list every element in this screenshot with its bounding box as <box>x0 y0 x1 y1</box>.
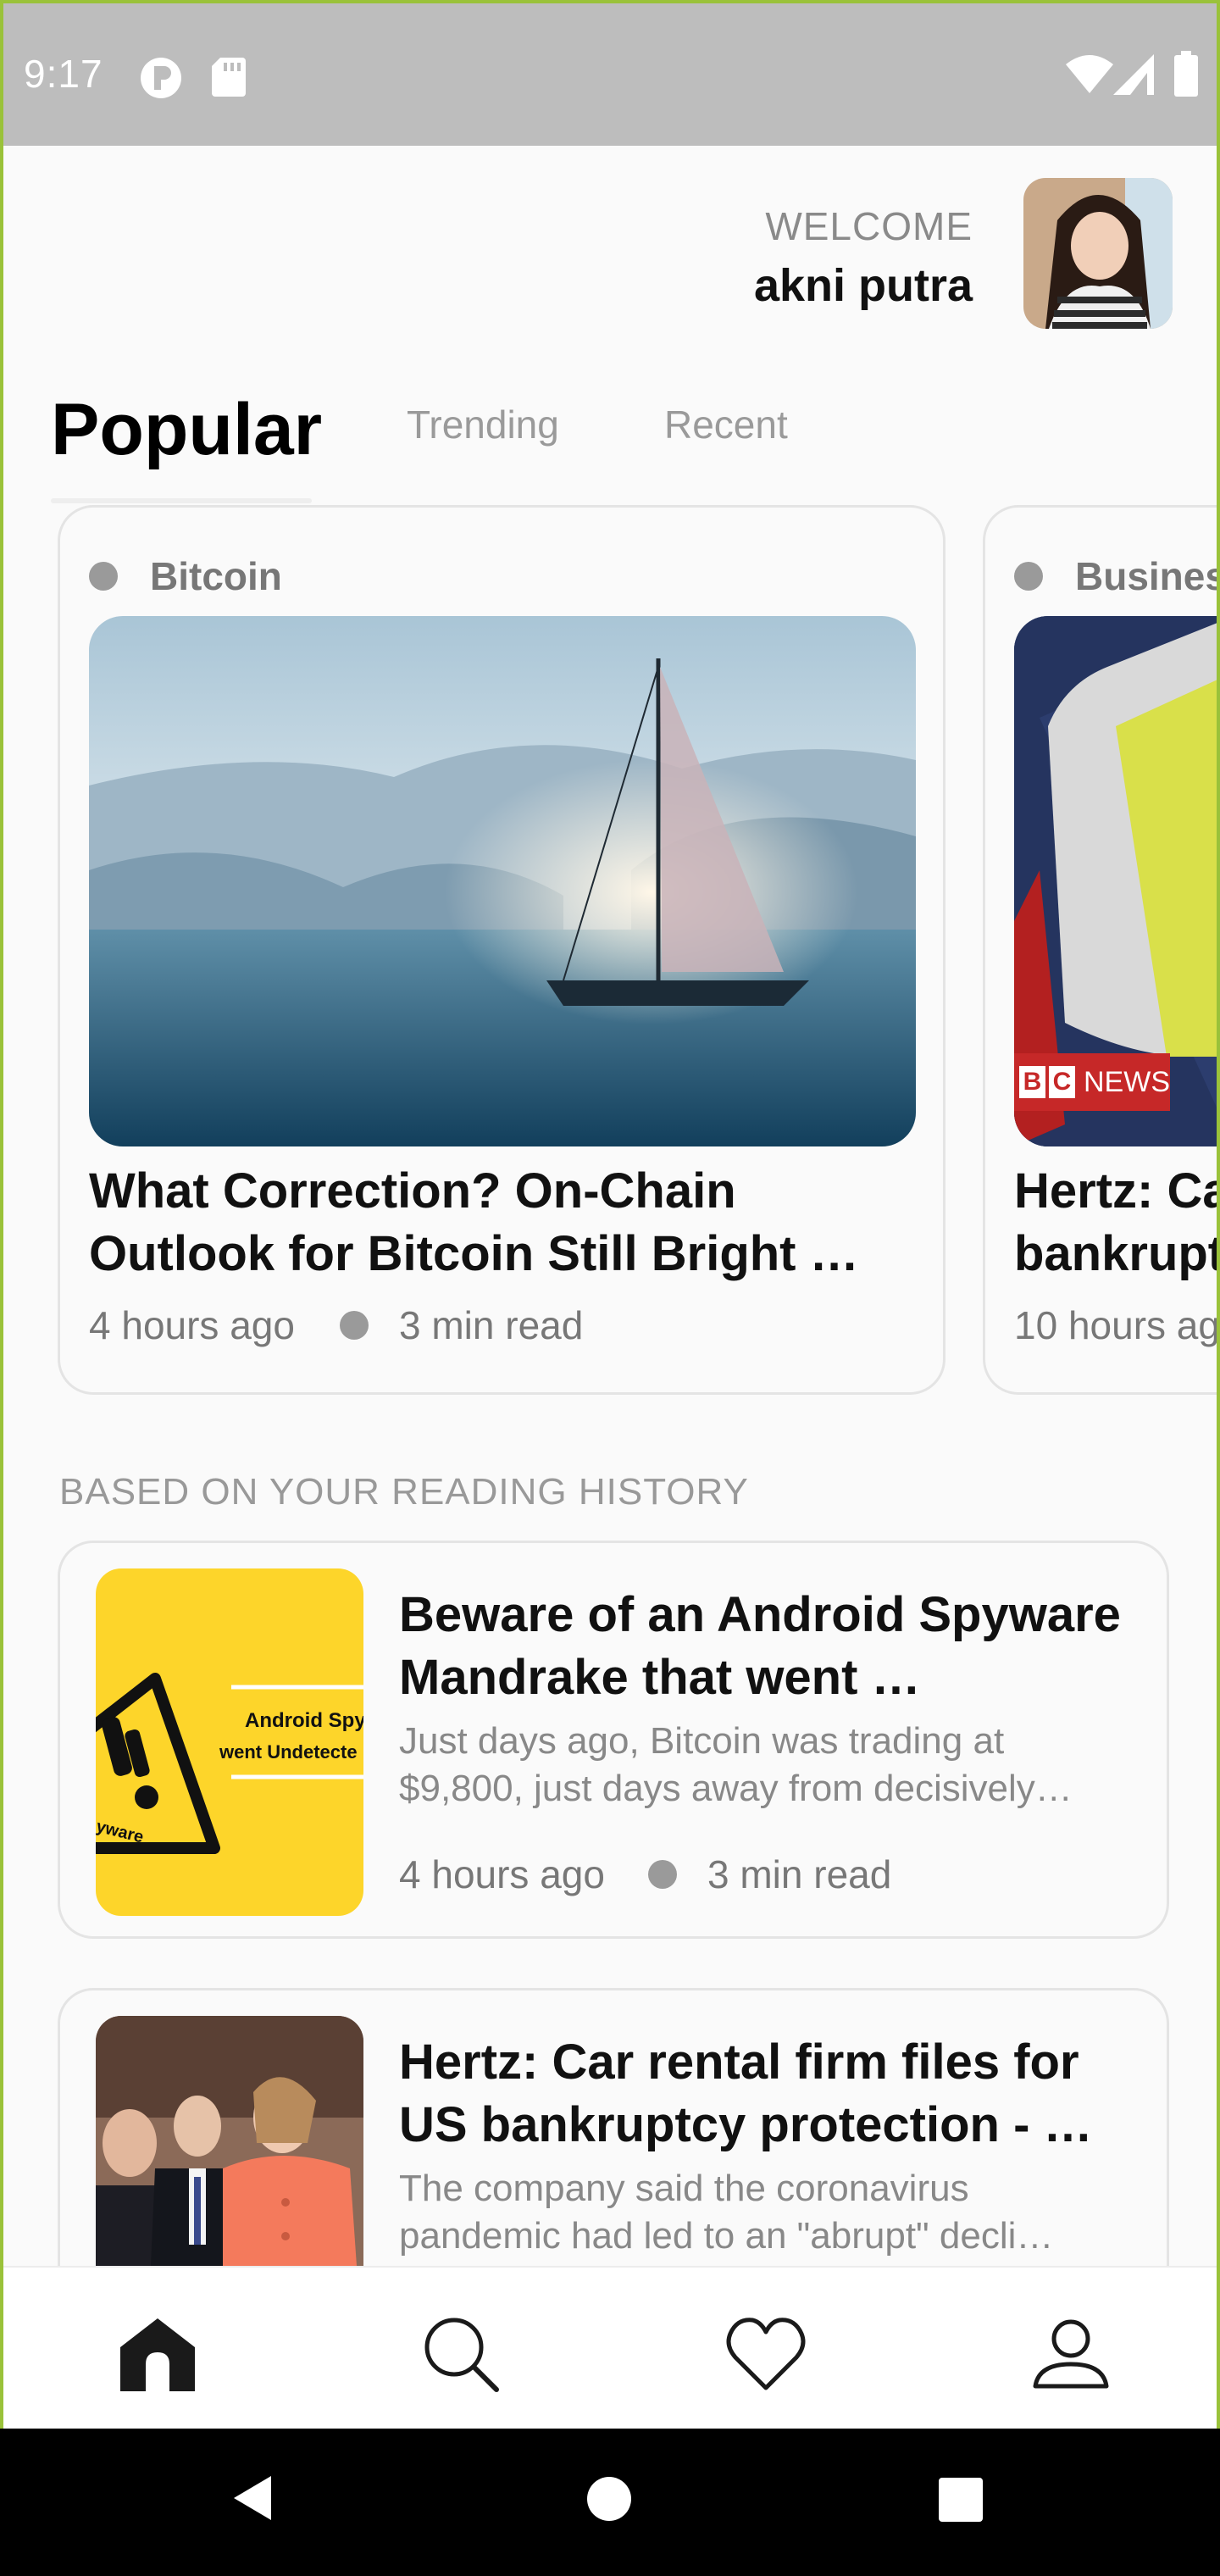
tab-trending[interactable]: Trending <box>407 402 559 447</box>
article-title-line2: bankrupt <box>1014 1226 1220 1281</box>
article-title-line1: Hertz: Ca <box>1014 1163 1220 1219</box>
bbc-block-c: C <box>1049 1066 1075 1098</box>
article-description-line2: $9,800, just days away from decisively… <box>399 1768 1073 1809</box>
bbc-news-badge: B C NEWS <box>1014 1053 1170 1111</box>
history-list-item[interactable]: Android Spy went Undetecte yware Beware … <box>58 1541 1169 1939</box>
thumbnail-text-1: Android Spy <box>245 1709 363 1732</box>
home-circle-icon[interactable] <box>586 2476 632 2526</box>
battery-icon <box>1174 51 1198 101</box>
sd-card-icon <box>212 58 246 101</box>
user-name: akni putra <box>753 260 973 311</box>
home-icon[interactable] <box>117 2313 198 2395</box>
article-title-line1: What Correction? On-Chain <box>89 1163 736 1219</box>
popular-card[interactable]: Bitcoin What Correction? On-Chain Outloo… <box>58 505 946 1395</box>
meta-separator-dot <box>648 1860 677 1889</box>
article-title-line1: Beware of an Android Spyware <box>399 1587 1121 1642</box>
welcome-label: WELCOME <box>765 204 973 248</box>
article-title-line1: Hertz: Car rental firm files for <box>399 2035 1079 2090</box>
system-navigation-bar <box>0 2429 1220 2576</box>
article-title-line2: Mandrake that went … <box>399 1650 921 1705</box>
article-read-time: 3 min read <box>707 1852 892 1896</box>
avatar[interactable] <box>1023 178 1173 329</box>
category-dot <box>89 562 118 591</box>
article-title-line2: Outlook for Bitcoin Still Bright … <box>89 1226 859 1281</box>
profile-icon[interactable] <box>1030 2313 1112 2395</box>
category-label: Busines <box>1075 554 1220 598</box>
section-label: BASED ON YOUR READING HISTORY <box>59 1471 749 1513</box>
active-tab-indicator <box>51 498 312 503</box>
article-description-line2: pandemic had led to an "abrupt" decli… <box>399 2215 1054 2257</box>
cell-signal-icon <box>1113 54 1156 99</box>
meta-separator-dot <box>340 1311 369 1340</box>
recents-icon[interactable] <box>939 2478 983 2526</box>
search-icon[interactable] <box>420 2313 502 2395</box>
article-time: 4 hours ago <box>89 1303 295 1347</box>
tab-popular[interactable]: Popular <box>51 388 322 472</box>
article-read-time: 3 min read <box>399 1303 584 1347</box>
article-image <box>89 616 916 1146</box>
category-label: Bitcoin <box>150 554 282 598</box>
article-time: 10 hours ag <box>1014 1303 1220 1347</box>
thumbnail-text-2: went Undetecte <box>219 1741 358 1763</box>
status-bar: 9:17 <box>3 3 1217 146</box>
tab-recent[interactable]: Recent <box>664 402 788 447</box>
category-dot <box>1014 562 1043 591</box>
status-time: 9:17 <box>24 52 103 96</box>
article-thumbnail: Android Spy went Undetecte yware <box>96 1568 363 1916</box>
heart-icon[interactable] <box>725 2313 807 2395</box>
article-time: 4 hours ago <box>399 1852 605 1896</box>
popular-card[interactable]: Busines B C NEWS Hertz: Ca bankrupt 10 h… <box>983 505 1220 1395</box>
back-icon[interactable] <box>229 2473 276 2528</box>
bbc-block-b: B <box>1019 1066 1045 1098</box>
bbc-news-text: NEWS <box>1084 1065 1170 1098</box>
article-image: B C NEWS <box>1014 616 1217 1146</box>
app-notification-icon <box>139 56 183 104</box>
article-title-line2: US bankruptcy protection - … <box>399 2097 1093 2152</box>
app-screen: 9:17 WELCOME akni putra Popular Trending… <box>0 0 1220 2576</box>
article-description-line1: The company said the coronavirus <box>399 2168 969 2209</box>
wifi-icon <box>1066 54 1113 97</box>
article-description-line1: Just days ago, Bitcoin was trading at <box>399 1720 1005 1762</box>
bottom-navigation <box>3 2266 1217 2432</box>
